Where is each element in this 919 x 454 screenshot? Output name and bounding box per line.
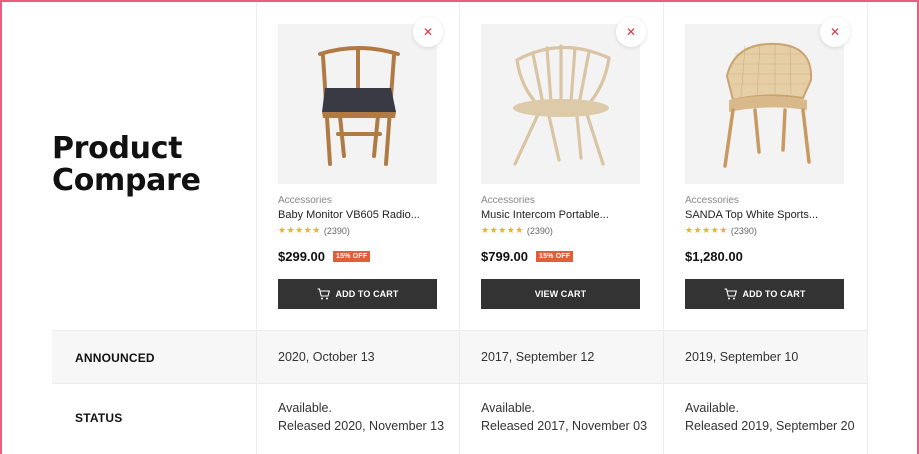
star-rating-icon: ★★★★★: [481, 225, 524, 235]
add-to-cart-label: ADD TO CART: [335, 289, 399, 299]
status-availability: Available.: [685, 401, 739, 415]
close-icon: ✕: [829, 25, 841, 39]
product-image[interactable]: [278, 24, 437, 184]
add-to-cart-label: ADD TO CART: [742, 289, 806, 299]
announced-value: 2017, September 12: [481, 350, 595, 364]
product-name[interactable]: Music Intercom Portable...: [481, 209, 631, 221]
product-price: $799.00: [481, 249, 528, 264]
product-card: ✕ Accessories Baby Monitor VB605 Radio..…: [256, 0, 459, 330]
status-value: Available. Released 2020, November 13: [278, 399, 444, 435]
product-category[interactable]: Accessories: [278, 195, 332, 206]
status-release: Released 2019, September 20: [685, 419, 855, 433]
row-divider: [52, 383, 867, 384]
status-release: Released 2020, November 13: [278, 419, 445, 433]
review-count: (2390): [526, 225, 553, 236]
product-category[interactable]: Accessories: [481, 195, 535, 206]
add-to-cart-button[interactable]: ADD TO CART: [278, 279, 437, 309]
product-rating: ★★★★★ (2390): [278, 225, 350, 236]
column-divider: [867, 0, 868, 454]
product-image[interactable]: [685, 24, 844, 184]
product-name[interactable]: SANDA Top White Sports...: [685, 209, 835, 221]
product-card: ✕ Accessories SANDA Top White Sports... …: [663, 0, 866, 330]
status-value: Available. Released 2017, November 03: [481, 399, 647, 435]
announced-value: 2019, September 10: [685, 350, 799, 364]
status-availability: Available.: [278, 401, 332, 415]
status-release: Released 2017, November 03: [481, 419, 648, 433]
review-count: (2390): [730, 225, 757, 236]
page-title: Product Compare: [52, 133, 252, 197]
announced-value: 2020, October 13: [278, 350, 375, 364]
product-name[interactable]: Baby Monitor VB605 Radio...: [278, 209, 428, 221]
remove-product-button[interactable]: ✕: [820, 17, 850, 47]
review-count: (2390): [323, 225, 350, 236]
status-value: Available. Released 2019, September 20: [685, 399, 855, 435]
row-label-announced: ANNOUNCED: [75, 351, 155, 365]
chair-image: [723, 42, 813, 168]
close-icon: ✕: [625, 25, 637, 39]
cart-icon: [317, 288, 330, 300]
view-cart-button[interactable]: VIEW CART: [481, 279, 640, 309]
star-rating-icon: ★★★★★: [278, 225, 321, 235]
product-price: $1,280.00: [685, 249, 743, 264]
close-icon: ✕: [422, 25, 434, 39]
star-rating-icon: ★★★★★: [685, 225, 728, 235]
chair-image: [318, 46, 400, 166]
discount-badge: 15% OFF: [333, 251, 371, 262]
page-title-line1: Product: [52, 131, 183, 166]
remove-product-button[interactable]: ✕: [413, 17, 443, 47]
status-availability: Available.: [481, 401, 535, 415]
chair-image: [513, 44, 611, 166]
row-divider: [52, 330, 867, 331]
row-label-status: STATUS: [75, 411, 123, 425]
product-rating: ★★★★★ (2390): [481, 225, 553, 236]
view-cart-label: VIEW CART: [534, 289, 587, 299]
discount-badge: 15% OFF: [536, 251, 574, 262]
product-card: ✕ Accessories Music Intercom Portable...…: [459, 0, 662, 330]
product-category[interactable]: Accessories: [685, 195, 739, 206]
product-rating: ★★★★★ (2390): [685, 225, 757, 236]
remove-product-button[interactable]: ✕: [616, 17, 646, 47]
product-image[interactable]: [481, 24, 640, 184]
page-title-line2: Compare: [52, 163, 201, 198]
product-price: $299.00: [278, 249, 325, 264]
add-to-cart-button[interactable]: ADD TO CART: [685, 279, 844, 309]
cart-icon: [724, 288, 737, 300]
